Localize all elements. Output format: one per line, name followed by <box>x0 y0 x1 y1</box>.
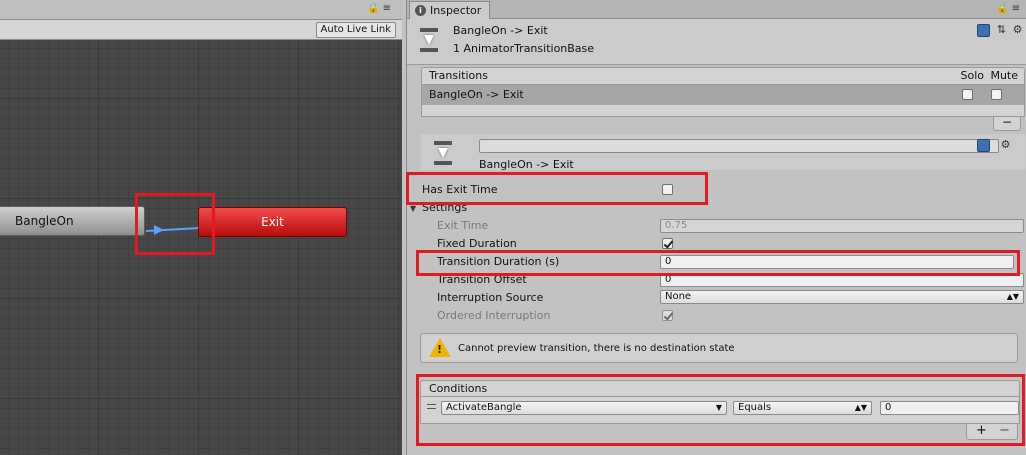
condition-list-item[interactable]: ActivateBangle ▼ Equals ▲▼ 0 <box>420 397 1020 419</box>
transitions-list: Transitions Solo Mute BangleOn -> Exit − <box>421 67 1025 131</box>
condition-parameter-value: ActivateBangle <box>446 402 522 413</box>
condition-parameter-dropdown[interactable]: ActivateBangle ▼ <box>441 401 727 415</box>
interruption-source-value: None <box>665 291 692 302</box>
fixed-duration-label: Fixed Duration <box>437 237 517 250</box>
state-node-exit[interactable]: Exit <box>198 207 347 237</box>
auto-live-link-button[interactable]: Auto Live Link <box>315 22 396 38</box>
info-icon: i <box>415 5 426 16</box>
remove-transition-button[interactable]: − <box>993 116 1021 131</box>
condition-mode-value: Equals <box>738 402 772 413</box>
has-exit-time-checkbox[interactable] <box>662 184 673 195</box>
graph-window-bar: 🔒≡ <box>0 0 402 20</box>
help-book-icon[interactable] <box>977 24 990 37</box>
transition-offset-label: Transition Offset <box>437 273 527 286</box>
transition-icon <box>420 28 438 54</box>
solo-checkbox[interactable] <box>962 89 973 100</box>
transition-icon <box>434 141 452 167</box>
warning-text: Cannot preview transition, there is no d… <box>458 343 735 354</box>
ordered-interruption-label: Ordered Interruption <box>437 309 551 322</box>
exit-time-label: Exit Time <box>437 219 489 232</box>
help-book-icon[interactable] <box>977 139 990 152</box>
transitions-header: Transitions Solo Mute <box>421 67 1025 85</box>
ordered-interruption-checkbox <box>662 310 673 321</box>
mute-checkbox[interactable] <box>991 89 1002 100</box>
mute-column-label: Mute <box>990 69 1018 82</box>
settings-foldout-label[interactable]: Settings <box>422 201 467 214</box>
tab-inspector[interactable]: i Inspector <box>409 1 491 19</box>
transition-subheader: ⚙ BangleOn -> Exit <box>421 134 1025 171</box>
transitions-list-footer <box>421 105 1025 117</box>
conditions-list-footer <box>420 419 1020 424</box>
transition-name-input[interactable] <box>479 139 999 153</box>
tab-inspector-label: Inspector <box>430 4 482 17</box>
preset-icon[interactable]: ⇅ <box>995 23 1008 36</box>
add-condition-button[interactable]: + <box>976 424 987 438</box>
has-exit-time-label: Has Exit Time <box>422 183 498 196</box>
interruption-source-label: Interruption Source <box>437 291 544 304</box>
transition-duration-label: Transition Duration (s) <box>437 255 560 268</box>
gear-icon[interactable]: ⚙ <box>999 138 1012 151</box>
remove-condition-button[interactable]: − <box>999 424 1010 438</box>
inspector-header: BangleOn -> Exit 1 AnimatorTransitionBas… <box>407 19 1026 65</box>
settings-foldout-icon[interactable]: ▼ <box>410 204 416 213</box>
dropdown-arrow-icon: ▲▼ <box>1006 292 1019 301</box>
exit-time-field: 0.75 <box>660 219 1024 233</box>
transition-offset-field[interactable]: 0 <box>660 273 1024 287</box>
drag-handle-icon[interactable] <box>427 404 436 409</box>
transition-list-item[interactable]: BangleOn -> Exit <box>421 85 1025 105</box>
fixed-duration-checkbox[interactable] <box>662 238 673 249</box>
conditions-list: Conditions ActivateBangle ▼ Equals ▲▼ 0 … <box>420 380 1020 442</box>
animator-graph[interactable]: 🔒≡ Auto Live Link BangleOn Exit <box>0 0 402 455</box>
transition-duration-field[interactable]: 0 <box>660 255 1014 269</box>
state-node-bangleon[interactable]: BangleOn <box>0 206 145 236</box>
transition-title: BangleOn -> Exit <box>479 158 574 171</box>
transitions-header-label: Transitions <box>429 69 488 82</box>
header-subtitle: 1 AnimatorTransitionBase <box>453 42 595 55</box>
solo-column-label: Solo <box>960 69 985 82</box>
graph-toolbar: Auto Live Link <box>0 20 402 40</box>
conditions-header: Conditions <box>420 380 1020 397</box>
header-title: BangleOn -> Exit <box>453 24 548 37</box>
conditions-footer-buttons: + − <box>966 424 1018 440</box>
inspector-tab-bar: i Inspector 🔒≡ <box>407 0 1026 19</box>
gear-icon[interactable]: ⚙ <box>1011 23 1024 36</box>
window-lock-menu-icon[interactable]: 🔒≡ <box>367 3 394 14</box>
warning-exclamation-icon: ! <box>437 343 443 356</box>
window-lock-menu-icon[interactable]: 🔒≡ <box>996 3 1023 14</box>
condition-threshold-field[interactable]: 0 <box>880 401 1019 415</box>
condition-mode-dropdown[interactable]: Equals ▲▼ <box>733 401 872 415</box>
dropdown-arrow-icon: ▲▼ <box>854 403 867 412</box>
transition-list-item-label: BangleOn -> Exit <box>429 88 524 101</box>
dropdown-arrow-icon: ▼ <box>715 403 722 412</box>
transition-arrow-icon[interactable] <box>146 223 202 237</box>
warning-help-box: ! Cannot preview transition, there is no… <box>420 333 1018 363</box>
interruption-source-dropdown[interactable]: None ▲▼ <box>660 290 1024 304</box>
